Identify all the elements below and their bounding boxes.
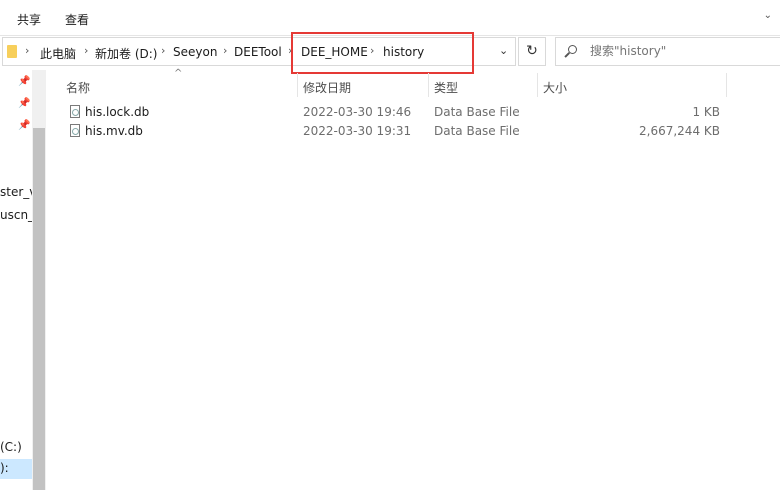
column-header-size[interactable]: 大小 (543, 79, 567, 96)
database-file-icon (70, 124, 80, 137)
pin-icon[interactable]: 📌 (18, 76, 30, 87)
chevron-right-icon[interactable]: › (25, 44, 29, 57)
ribbon-tab-share[interactable]: 共享 (17, 11, 41, 28)
chevron-right-icon[interactable]: › (84, 44, 88, 57)
file-row[interactable]: his.lock.db 2022-03-30 19:46 Data Base F… (48, 103, 728, 122)
ribbon-tab-view[interactable]: 查看 (65, 11, 89, 28)
nav-item[interactable]: uscn_b (0, 208, 32, 222)
file-type: Data Base File (434, 124, 520, 138)
column-divider[interactable] (537, 73, 538, 97)
navigation-pane: 📌 📌 📌 ster_v uscn_b (C:) ): (0, 70, 32, 490)
column-divider[interactable] (726, 73, 727, 97)
chevron-right-icon[interactable]: › (223, 44, 227, 57)
file-name: his.mv.db (85, 124, 143, 138)
search-input[interactable] (590, 44, 770, 58)
file-date: 2022-03-30 19:31 (303, 124, 412, 138)
ribbon: 共享 查看 ⌄ (0, 0, 780, 32)
file-type: Data Base File (434, 105, 520, 119)
pin-icon[interactable]: 📌 (18, 120, 30, 131)
search-box[interactable] (555, 37, 780, 66)
sort-ascending-icon: ^ (174, 68, 183, 79)
breadcrumb-seeyon[interactable]: Seeyon (173, 45, 217, 59)
nav-item[interactable]: ster_v (0, 185, 32, 199)
breadcrumb-this-pc[interactable]: 此电脑 (40, 45, 76, 62)
address-dropdown-icon[interactable]: ⌄ (499, 44, 508, 57)
file-size: 1 KB (692, 105, 720, 119)
pin-icon[interactable]: 📌 (18, 98, 30, 109)
nav-item-drive-d[interactable]: ): (0, 461, 9, 475)
database-file-icon (70, 105, 80, 118)
column-header-date[interactable]: 修改日期 (303, 79, 351, 96)
highlight-box (291, 32, 474, 74)
refresh-button[interactable]: ↻ (518, 37, 546, 66)
column-header-name[interactable]: 名称 (66, 79, 90, 96)
folder-icon (7, 45, 17, 58)
breadcrumb-deetool[interactable]: DEETool (234, 45, 282, 59)
refresh-icon: ↻ (526, 43, 538, 59)
file-name: his.lock.db (85, 105, 150, 119)
column-divider[interactable] (428, 73, 429, 97)
chevron-right-icon[interactable]: › (161, 44, 165, 57)
column-divider[interactable] (297, 73, 298, 97)
file-date: 2022-03-30 19:46 (303, 105, 412, 119)
nav-scrollbar-thumb[interactable] (33, 128, 45, 490)
file-row[interactable]: his.mv.db 2022-03-30 19:31 Data Base Fil… (48, 122, 728, 141)
nav-item-drive-c[interactable]: (C:) (0, 440, 22, 454)
search-icon (568, 45, 577, 54)
column-header-type[interactable]: 类型 (434, 79, 458, 96)
breadcrumb-drive-d[interactable]: 新加卷 (D:) (95, 45, 157, 62)
file-size: 2,667,244 KB (639, 124, 720, 138)
chevron-down-icon[interactable]: ⌄ (764, 10, 772, 21)
